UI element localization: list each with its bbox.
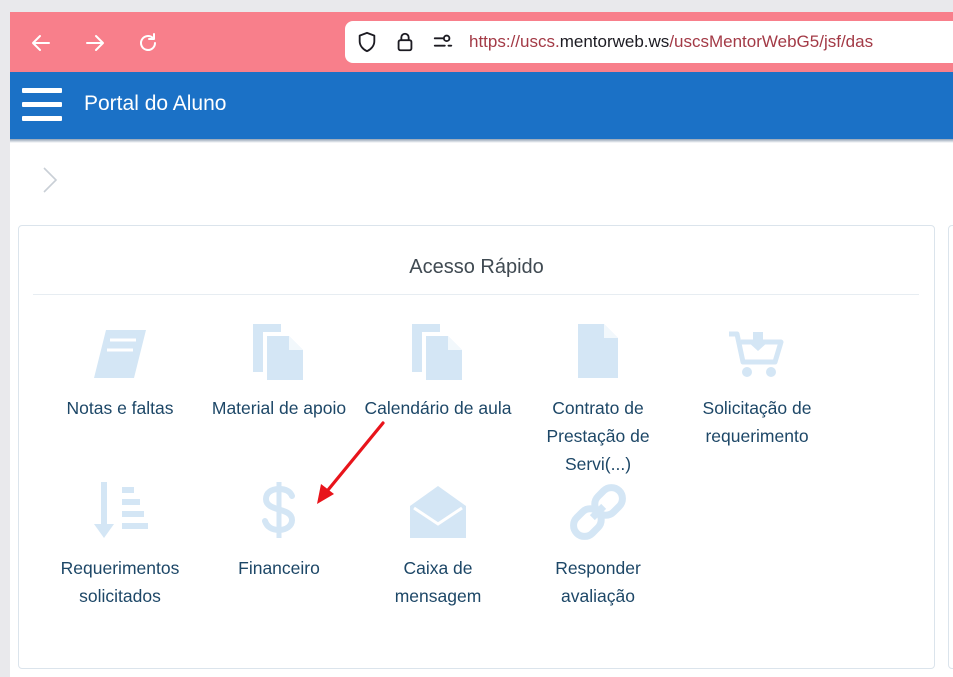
browser-window: https://uscs.mentorweb.ws/uscsMentorWebG… — [10, 12, 953, 677]
app-header: Portal do Aluno — [10, 72, 953, 139]
tile-calendario-de-aula[interactable]: Calendário de aula — [363, 322, 513, 422]
lock-icon[interactable] — [393, 30, 417, 54]
hamburger-icon — [22, 116, 62, 121]
back-button[interactable] — [26, 28, 56, 58]
page-permissions-icon[interactable] — [431, 30, 455, 54]
browser-toolbar: https://uscs.mentorweb.ws/uscsMentorWebG… — [10, 12, 953, 72]
menu-button[interactable] — [22, 87, 64, 123]
breadcrumb[interactable] — [38, 164, 62, 196]
tile-notas-e-faltas[interactable]: Notas e faltas — [45, 322, 195, 422]
reload-button[interactable] — [133, 28, 163, 58]
side-panel-edge — [948, 225, 953, 669]
tile-label: Responder avaliação — [555, 558, 641, 606]
copy-document-icon — [253, 324, 303, 380]
tile-label: Material de apoio — [211, 398, 347, 418]
arrow-right-icon — [86, 35, 104, 51]
envelope-open-icon — [410, 486, 466, 538]
reload-icon — [140, 33, 156, 51]
quick-access-panel: Acesso Rápido Notas e faltas Material de… — [18, 225, 935, 669]
arrow-left-icon — [32, 35, 50, 51]
dollar-icon — [262, 482, 296, 538]
sort-list-icon — [94, 482, 148, 538]
link-icon — [570, 484, 626, 540]
url-host: mentorweb.ws — [559, 32, 670, 51]
url-prefix: https://uscs. — [469, 32, 560, 51]
tile-label: Contrato de Prestação de Servi(...) — [546, 398, 650, 474]
copy-document-icon — [412, 324, 462, 380]
tile-contrato[interactable]: Contrato de Prestação de Servi(...) — [523, 322, 673, 478]
tile-label: Requerimentos solicitados — [60, 558, 180, 606]
tile-label: Calendário de aula — [364, 398, 512, 418]
tile-label: Caixa de mensagem — [394, 558, 482, 606]
tile-requerimentos-solicitados[interactable]: Requerimentos solicitados — [45, 482, 195, 610]
panel-title: Acesso Rápido — [409, 256, 544, 278]
tile-responder-avaliacao[interactable]: Responder avaliação — [523, 482, 673, 610]
hamburger-icon — [22, 102, 62, 107]
book-icon — [94, 330, 146, 378]
tile-label: Solicitação de requerimento — [702, 398, 812, 446]
tile-solicitacao-de-requerimento[interactable]: Solicitação de requerimento — [682, 322, 832, 450]
cart-icon — [729, 331, 784, 377]
tile-label: Financeiro — [238, 558, 320, 578]
panel-divider — [33, 294, 919, 295]
hamburger-icon — [22, 88, 62, 93]
chevron-right-icon — [43, 167, 58, 193]
page-title: Portal do Aluno — [84, 92, 227, 115]
tile-caixa-de-mensagem[interactable]: Caixa de mensagem — [363, 482, 513, 610]
shield-icon[interactable] — [355, 30, 379, 54]
tile-label: Notas e faltas — [66, 398, 174, 418]
url-text[interactable]: https://uscs.mentorweb.ws/uscsMentorWebG… — [469, 32, 873, 52]
header-shadow — [10, 139, 953, 143]
tile-financeiro[interactable]: Financeiro — [204, 482, 354, 582]
tile-material-de-apoio[interactable]: Material de apoio — [204, 322, 354, 422]
forward-button[interactable] — [80, 28, 110, 58]
url-path: /uscsMentorWebG5/jsf/das — [669, 32, 874, 51]
url-bar[interactable]: https://uscs.mentorweb.ws/uscsMentorWebG… — [345, 21, 953, 63]
document-icon — [578, 324, 618, 378]
